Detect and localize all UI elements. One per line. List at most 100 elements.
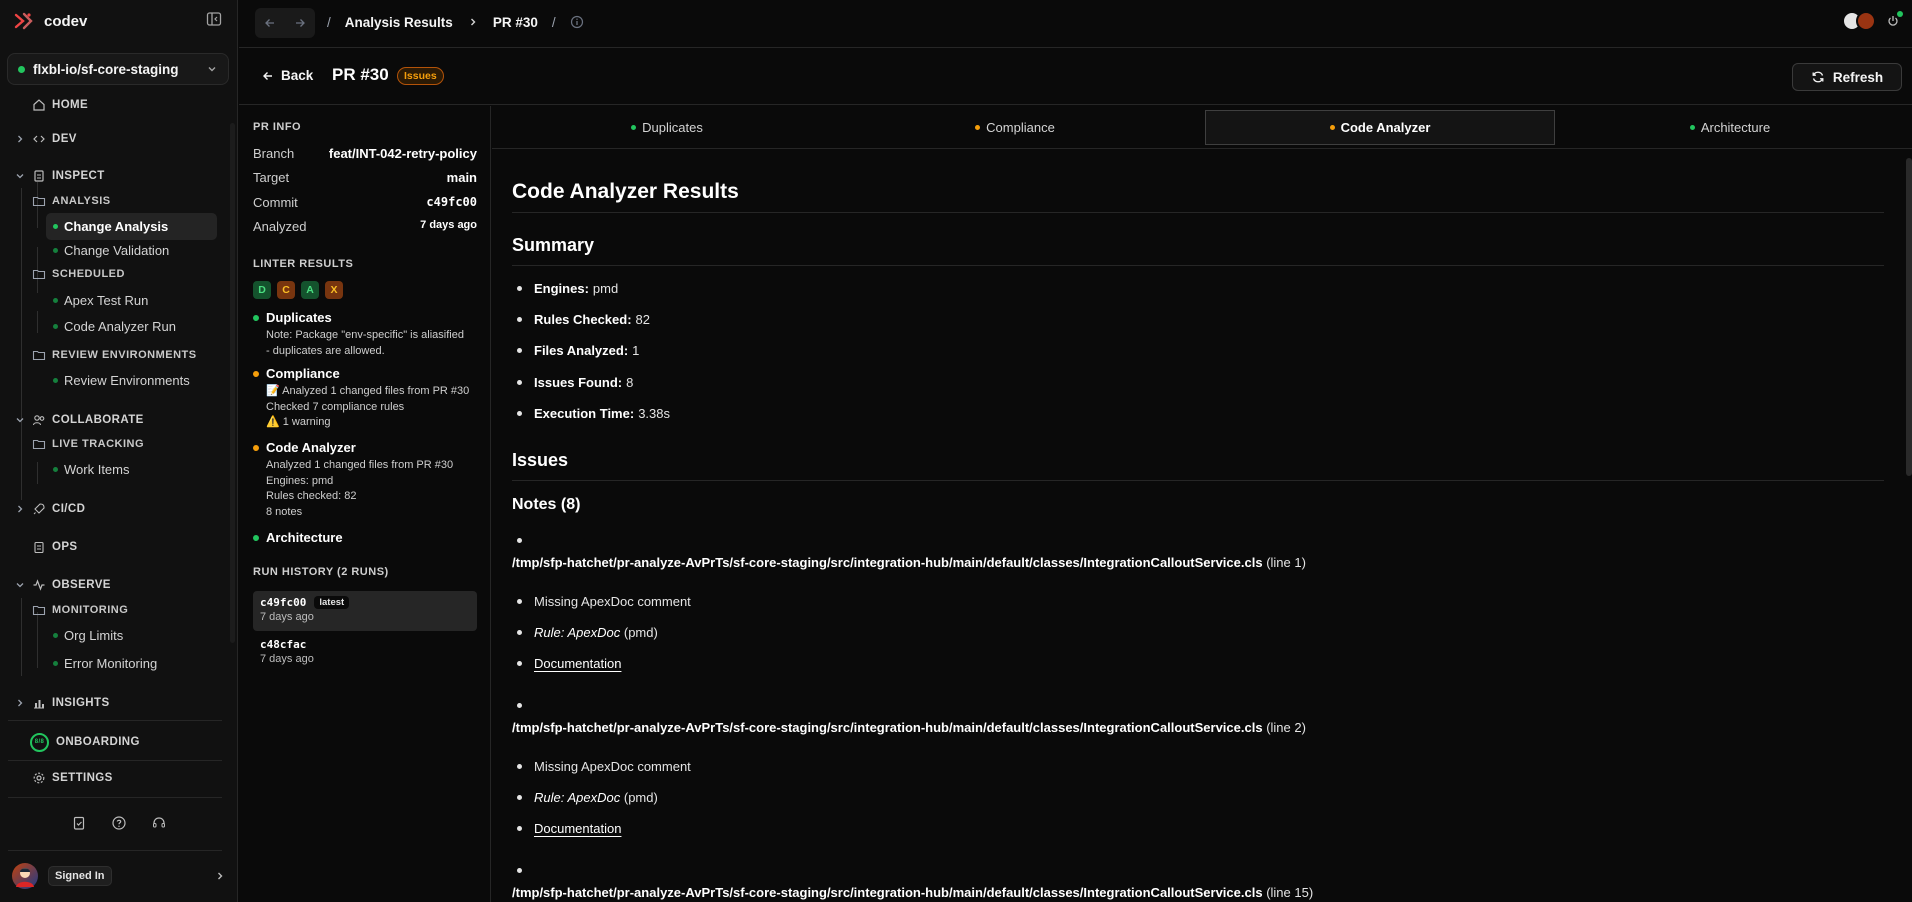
notes-heading: Notes (8) bbox=[512, 496, 581, 513]
nav-item-label: Apex Test Run bbox=[64, 292, 149, 308]
tab-label: Code Analyzer bbox=[1340, 120, 1431, 135]
summary-item: Execution Time: 3.38s bbox=[517, 406, 670, 421]
nav-inspect[interactable]: INSPECT bbox=[14, 165, 105, 187]
refresh-button[interactable]: Refresh bbox=[1792, 63, 1902, 91]
nav-group-scheduled[interactable]: SCHEDULED bbox=[32, 263, 125, 285]
nav-observe-label: OBSERVE bbox=[52, 579, 111, 591]
nav-observe[interactable]: OBSERVE bbox=[14, 574, 111, 596]
nav-cicd-label: CI/CD bbox=[52, 503, 86, 515]
nav-item-org-limits[interactable]: Org Limits bbox=[53, 624, 123, 646]
content-scrollbar[interactable] bbox=[1906, 158, 1912, 476]
linter-chip-analyzer[interactable]: A bbox=[301, 281, 319, 299]
nav-item-error-monitoring[interactable]: Error Monitoring bbox=[53, 652, 157, 674]
breadcrumb-analysis-results[interactable]: Analysis Results bbox=[345, 15, 453, 30]
arrow-right-icon[interactable] bbox=[293, 16, 307, 30]
inspect-icon bbox=[34, 170, 44, 182]
clipboard-icon bbox=[34, 541, 44, 554]
tab-architecture[interactable]: Architecture bbox=[1555, 110, 1905, 145]
nav-item-label: Error Monitoring bbox=[64, 655, 158, 671]
nav-home[interactable]: HOME bbox=[32, 94, 88, 116]
linter-line: 📝 Analyzed 1 changed files from PR #30 bbox=[266, 385, 470, 397]
linter-item-compliance[interactable]: Compliance 📝 Analyzed 1 changed files fr… bbox=[253, 366, 483, 431]
linter-item-code-analyzer[interactable]: Code Analyzer Analyzed 1 changed files f… bbox=[253, 440, 483, 520]
breadcrumb-pr[interactable]: PR #30 bbox=[493, 15, 538, 30]
note-message-text: Missing ApexDoc comment bbox=[534, 594, 691, 609]
status-indicator[interactable] bbox=[1886, 11, 1903, 28]
pr-info-panel: PR INFO Branch feat/INT-042-retry-policy… bbox=[239, 106, 491, 902]
leaf-dot bbox=[53, 247, 58, 253]
nav-cicd[interactable]: CI/CD bbox=[14, 498, 85, 520]
documentation-link[interactable]: Documentation bbox=[534, 656, 621, 671]
nav-inspect-label: INSPECT bbox=[52, 170, 105, 182]
linter-heading: LINTER RESULTS bbox=[253, 258, 354, 270]
collaborator-avatars[interactable] bbox=[1842, 11, 1876, 31]
note-line: (line 1) bbox=[1266, 555, 1306, 570]
nav-item-code-analyzer-run[interactable]: Code Analyzer Run bbox=[53, 315, 176, 337]
user-menu[interactable]: Signed In bbox=[0, 860, 238, 892]
tab-code-analyzer[interactable]: Code Analyzer bbox=[1205, 110, 1555, 145]
summary-item: Files Analyzed: 1 bbox=[517, 343, 639, 358]
nav-item-apex-test-run[interactable]: Apex Test Run bbox=[53, 289, 148, 311]
note-doc: Documentation bbox=[517, 821, 621, 836]
nav-settings-label: SETTINGS bbox=[52, 772, 113, 784]
nav-collaborate-label: COLLABORATE bbox=[52, 414, 144, 426]
results-content: Code Analyzer Results Summary Engines: pm… bbox=[492, 150, 1912, 902]
sidebar-toggle-icon[interactable] bbox=[206, 11, 224, 29]
linter-title: Code Analyzer bbox=[266, 440, 356, 455]
chevron-right-icon bbox=[218, 872, 223, 880]
tab-compliance[interactable]: Compliance bbox=[840, 110, 1190, 145]
summary-item: Engines: pmd bbox=[517, 281, 618, 296]
results-title: Code Analyzer Results bbox=[512, 180, 739, 203]
headset-icon[interactable] bbox=[151, 815, 167, 831]
summary-label: Execution Time: bbox=[534, 406, 635, 421]
nav-item-change-validation[interactable]: Change Validation bbox=[53, 239, 169, 261]
nav-dev-label: DEV bbox=[52, 133, 77, 145]
run-sha: c49fc00 bbox=[260, 596, 307, 609]
summary-label: Rules Checked: bbox=[534, 312, 632, 327]
nav-item-label: Change Validation bbox=[64, 242, 170, 258]
pr-analyzed-row: Analyzed 7 days ago bbox=[253, 219, 477, 234]
nav-group-live-tracking[interactable]: LIVE TRACKING bbox=[32, 433, 144, 455]
linter-chip-duplicates[interactable]: D bbox=[253, 281, 271, 299]
summary-value: 8 bbox=[626, 375, 634, 390]
note-path: /tmp/sfp-hatchet/pr-analyze-AvPrTs/sf-co… bbox=[512, 720, 1263, 735]
status-dot bbox=[253, 370, 259, 377]
linter-item-architecture[interactable]: Architecture bbox=[253, 530, 483, 545]
nav-group-analysis[interactable]: ANALYSIS bbox=[32, 190, 111, 212]
topbar: / Analysis Results PR #30 / bbox=[239, 0, 1912, 48]
linter-chip-architecture[interactable]: X bbox=[325, 281, 343, 299]
clipboard-check-icon[interactable] bbox=[71, 815, 87, 831]
repo-selector[interactable]: flxbl-io/sf-core-staging bbox=[7, 53, 229, 85]
back-button[interactable]: Back bbox=[261, 68, 313, 83]
gear-icon bbox=[33, 772, 45, 784]
nav-insights[interactable]: INSIGHTS bbox=[14, 692, 110, 714]
linter-chip-compliance[interactable]: C bbox=[277, 281, 295, 299]
linter-item-duplicates[interactable]: Duplicates Note: Package "env-specific" … bbox=[253, 310, 483, 359]
folder-icon bbox=[32, 439, 46, 450]
brand[interactable]: codev bbox=[14, 10, 87, 32]
nav-settings[interactable]: SETTINGS bbox=[32, 767, 113, 789]
summary-label: Files Analyzed: bbox=[534, 343, 629, 358]
nav-onboarding[interactable]: 8/8 ONBOARDING bbox=[30, 731, 140, 753]
summary-label: Issues Found: bbox=[534, 375, 623, 390]
run-history-item[interactable]: c49fc00 latest 7 days ago bbox=[253, 591, 477, 631]
arrow-left-icon[interactable] bbox=[263, 16, 277, 30]
nav-group-monitoring[interactable]: MONITORING bbox=[32, 599, 128, 621]
nav-ops[interactable]: OPS bbox=[32, 536, 78, 558]
nav-item-work-items[interactable]: Work Items bbox=[53, 458, 130, 480]
nav-collaborate[interactable]: COLLABORATE bbox=[14, 409, 144, 431]
nav-group-review-environments[interactable]: REVIEW ENVIRONMENTS bbox=[32, 344, 197, 366]
documentation-link[interactable]: Documentation bbox=[534, 821, 621, 836]
tab-duplicates[interactable]: Duplicates bbox=[492, 110, 842, 145]
leaf-dot bbox=[53, 323, 58, 329]
repo-name: flxbl-io/sf-core-staging bbox=[33, 61, 179, 77]
sidebar-scrollbar[interactable] bbox=[230, 123, 235, 643]
nav-dev[interactable]: DEV bbox=[14, 128, 77, 150]
run-history-item[interactable]: c48cfac 7 days ago bbox=[253, 633, 477, 673]
breadcrumb-slash: / bbox=[327, 14, 331, 30]
nav-group-analysis-label: ANALYSIS bbox=[52, 195, 111, 207]
help-icon[interactable] bbox=[111, 815, 127, 831]
nav-item-review-environments[interactable]: Review Environments bbox=[53, 369, 190, 391]
info-icon[interactable] bbox=[570, 15, 584, 29]
nav-item-change-analysis[interactable]: Change Analysis bbox=[53, 215, 168, 237]
